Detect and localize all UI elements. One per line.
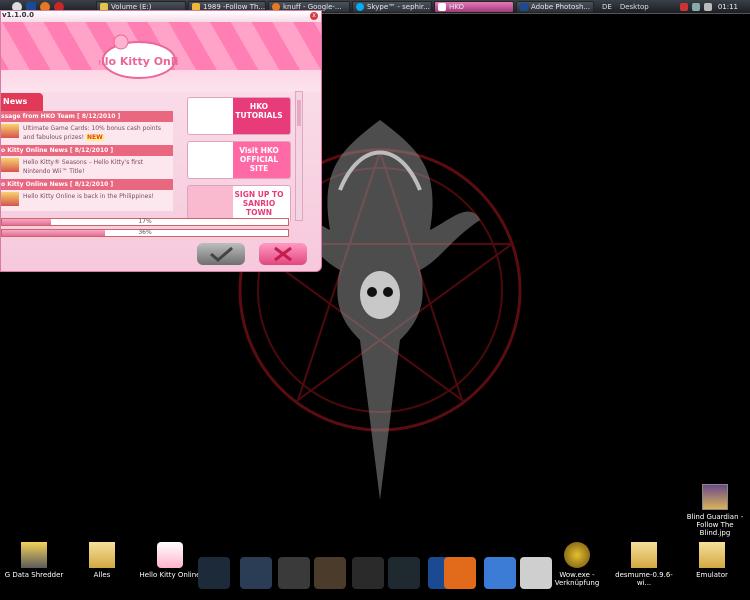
task-label: Adobe Photosh... xyxy=(531,2,591,11)
news-header: o Kitty Online News [ 8/12/2010 ] xyxy=(1,145,173,156)
game-portrait-icon[interactable] xyxy=(314,557,346,589)
hko-icon xyxy=(438,2,446,11)
news-header: ssage from HKO Team [ 8/12/2010 ] xyxy=(1,111,173,122)
scrollbar[interactable] xyxy=(295,91,303,221)
desktop-icon-g-data-shredder[interactable]: G Data Shredder xyxy=(2,542,66,579)
news-panel: ssage from HKO Team [ 8/12/2010 ] Ultima… xyxy=(1,111,173,211)
new-badge: NEW xyxy=(86,134,104,141)
news-text: Hello Kitty Online is back in the Philip… xyxy=(23,193,154,200)
news-item[interactable]: o Kitty Online News [ 8/12/2010 ] Hello … xyxy=(1,145,173,179)
icon-label: Hello Kitty Online xyxy=(139,571,201,579)
desktop-icon-hello-kitty-online[interactable]: Hello Kitty Online xyxy=(138,542,202,579)
icon-label: Emulator xyxy=(696,571,728,579)
logo-text: Hello Kitty Online xyxy=(99,55,179,68)
x-icon xyxy=(274,246,292,262)
skype-icon xyxy=(356,2,364,11)
task-skype[interactable]: Skype™ - sephir... xyxy=(352,0,432,13)
news-header: o Kitty Online News [ 8/12/2010 ] xyxy=(1,179,173,190)
task-label: Skype™ - sephir... xyxy=(367,2,430,11)
check-icon xyxy=(210,246,233,262)
folder-icon xyxy=(631,542,657,568)
news-thumbnail xyxy=(1,124,19,138)
desktop-toolbar[interactable]: Desktop xyxy=(620,3,660,11)
image-file-icon xyxy=(702,484,728,510)
task-photoshop[interactable]: Adobe Photosh... xyxy=(516,0,594,13)
icon-label: Blind Guardian - Follow The Blind.jpg xyxy=(686,513,744,537)
task-hko[interactable]: HKO xyxy=(434,0,514,13)
tab-news[interactable]: News xyxy=(1,93,43,111)
banner-line: SIGN UP TO xyxy=(234,190,284,199)
hello-kitty-logo: Hello Kitty Online xyxy=(99,34,179,79)
progress-label: 36% xyxy=(138,229,152,236)
folder-icon xyxy=(699,542,725,568)
clock[interactable]: 01:11 xyxy=(718,3,738,11)
banner-line: TUTORIALS xyxy=(235,111,283,120)
news-text: Hello Kitty® Seasons – Hello Kitty's fir… xyxy=(23,159,143,175)
network-icon[interactable] xyxy=(691,2,700,11)
news-item[interactable]: ssage from HKO Team [ 8/12/2010 ] Ultima… xyxy=(1,111,173,145)
progress-label: 17% xyxy=(138,218,152,225)
official-site-banner[interactable]: Visit HKO OFFICIAL SITE xyxy=(187,141,291,179)
hello-kitty-icon xyxy=(157,542,183,568)
language-indicator[interactable]: DE xyxy=(602,3,612,11)
cancel-button[interactable] xyxy=(259,243,307,265)
desktop-icon-desmume[interactable]: desmume-0.9.6-wi... xyxy=(612,542,676,587)
folder-icon xyxy=(89,542,115,568)
system-tray xyxy=(679,2,712,11)
volume-icon[interactable] xyxy=(703,2,712,11)
icon-label: G Data Shredder xyxy=(4,571,64,579)
wow-icon xyxy=(564,542,590,568)
shredder-icon xyxy=(21,542,47,568)
news-thumbnail xyxy=(1,192,19,206)
desktop-file-blind-guardian[interactable]: Blind Guardian - Follow The Blind.jpg xyxy=(680,484,750,537)
progress-bar-total: 36% xyxy=(1,229,289,237)
sanrio-town-banner[interactable]: SIGN UP TO SANRIO TOWN xyxy=(187,185,291,221)
desktop-icon-emulator[interactable]: Emulator xyxy=(680,542,744,579)
desktop-screen: Volume (E:) 1989 -Follow Th... knuff - G… xyxy=(0,0,750,600)
teamspeak-icon[interactable] xyxy=(388,557,420,589)
launcher-version: v1.1.0.0 xyxy=(1,11,321,22)
photoshop-icon xyxy=(520,2,528,11)
side-banners: HKO TUTORIALS Visit HKO OFFICIAL SITE SIGN… xyxy=(187,97,293,221)
starcraft-icon[interactable] xyxy=(240,557,272,589)
banner-line: SANRIO TOWN xyxy=(242,199,276,217)
close-button[interactable]: x xyxy=(310,12,318,20)
icon-label: Alles xyxy=(93,571,111,579)
hko-tutorials-banner[interactable]: HKO TUTORIALS xyxy=(187,97,291,135)
play-button[interactable] xyxy=(197,243,245,265)
banner-line: HKO xyxy=(249,102,269,111)
itunes-icon[interactable] xyxy=(484,557,516,589)
icon-label: Wow.exe - Verknüpfung xyxy=(554,571,600,587)
orange-sphere-icon[interactable] xyxy=(444,557,476,589)
scrollbar-thumb[interactable] xyxy=(297,100,301,126)
desktop-icon-wow[interactable]: Wow.exe - Verknüpfung xyxy=(545,542,609,587)
hko-launcher-window: v1.1.0.0 x Hello Kitty Online News ssage… xyxy=(0,10,322,272)
eye-icon[interactable] xyxy=(278,557,310,589)
banner-line: Visit HKO xyxy=(239,146,279,155)
progress-bar-file: 17% xyxy=(1,218,289,226)
banner-line: OFFICIAL SITE xyxy=(239,155,279,173)
launcher-banner: Hello Kitty Online xyxy=(1,22,321,92)
desktop-icon-alles[interactable]: Alles xyxy=(70,542,134,579)
league-of-legends-icon[interactable] xyxy=(198,557,230,589)
task-label: HKO xyxy=(449,2,464,11)
icon-label: desmume-0.9.6-wi... xyxy=(615,571,673,587)
trash-icon[interactable] xyxy=(520,557,552,589)
news-item[interactable]: o Kitty Online News [ 8/12/2010 ] Hello … xyxy=(1,179,173,211)
circle-app-icon[interactable] xyxy=(352,557,384,589)
news-thumbnail xyxy=(1,158,19,172)
shield-icon[interactable] xyxy=(679,2,688,11)
